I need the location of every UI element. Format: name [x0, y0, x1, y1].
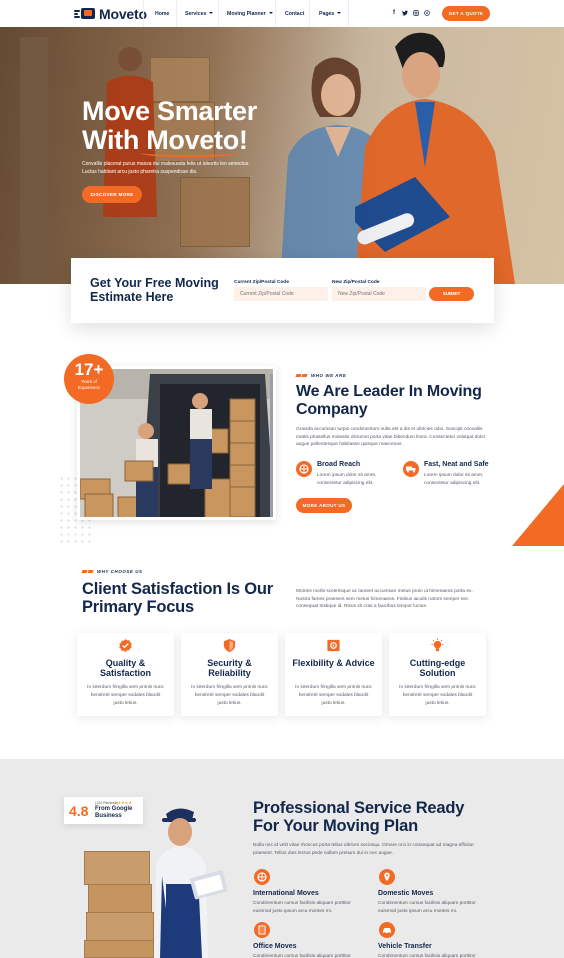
nav-moving-planner[interactable]: Moving Planner: [227, 11, 273, 17]
car-icon: [379, 922, 395, 938]
experience-label: Years of Experience: [78, 379, 100, 390]
feature-card: Cutting-edge Solution In interdum fringi…: [389, 633, 486, 716]
chevron-down-icon: [337, 12, 342, 15]
whatsapp-icon[interactable]: [424, 10, 430, 16]
new-zip-label: New Zip/Postal Code: [332, 280, 380, 285]
about-description: Gravida accumsan turpis condimentum null…: [296, 427, 486, 448]
twitter-icon[interactable]: [402, 10, 408, 16]
card-title: Security & Reliability: [207, 658, 252, 678]
why-title: Client Satisfaction Is Our Primary Focus: [82, 580, 274, 616]
why-description: Montes morbi scelerisque ac laoreet accu…: [296, 589, 473, 610]
globe-icon: [254, 869, 270, 885]
triangle-decoration: [512, 484, 564, 546]
feature-text: Lorem ipsum dolor sit amet, consectetur …: [424, 473, 484, 486]
hero-section: Move Smarter With Moveto! Convallis plac…: [0, 27, 564, 284]
estimate-title: Get Your Free Moving Estimate Here: [90, 276, 219, 304]
why-choose-us-tag: WHY CHOOSE US: [81, 569, 143, 574]
experience-badge: 17+ Years of Experience: [64, 354, 114, 404]
box-image: [86, 912, 154, 942]
service-item-text: Condimentum cursus facilisis aliquam por…: [253, 901, 351, 914]
service-item-text: Condimentum cursus facilisis aliquam por…: [378, 954, 476, 958]
globe-icon: [296, 461, 312, 477]
social-links: f: [391, 10, 430, 16]
experience-number: 17+: [74, 360, 104, 379]
discover-more-button[interactable]: DISCOVER MORE: [82, 186, 142, 203]
new-zip-input[interactable]: [332, 287, 426, 301]
nav-contact[interactable]: Contact: [285, 11, 304, 17]
shield-icon: [222, 638, 237, 653]
nav-pages[interactable]: Pages: [319, 11, 342, 17]
gear-icon: [326, 638, 341, 653]
card-text: In interdum fringilla sem primis nunc he…: [191, 685, 268, 706]
google-rating-badge: 4.8 (120 Reviews) ★★★★★ From Google Busi…: [64, 797, 143, 824]
get-a-quote-button[interactable]: GET A QUOTE: [442, 6, 490, 21]
card-text: In interdum fringilla sem primis nunc he…: [87, 685, 164, 706]
rating-value: 4.8: [69, 803, 89, 819]
hero-title: Move Smarter With Moveto!: [82, 96, 257, 155]
chevron-down-icon: [268, 12, 273, 15]
service-item-text: Condimentum cursus facilisis aliquam por…: [253, 954, 351, 958]
location-pin-icon: [379, 869, 395, 885]
facebook-icon[interactable]: f: [391, 10, 397, 16]
card-title: Flexibility & Advice: [292, 658, 375, 668]
service-item-title: Vehicle Transfer: [378, 943, 432, 950]
card-text: In interdum fringilla sem primis nunc he…: [295, 685, 372, 706]
card-title: Cutting-edge Solution: [409, 658, 466, 678]
nav-home[interactable]: Home: [155, 11, 169, 17]
building-icon: [254, 922, 270, 938]
feature-title: Fast, Neat and Safe: [424, 461, 489, 468]
feature-text: Lorem ipsum dolor sit amet, consectetur …: [317, 473, 377, 486]
service-item-title: International Moves: [253, 890, 319, 897]
rating-source: From Google Business: [95, 806, 133, 819]
about-title: We Are Leader In Moving Company: [296, 383, 482, 418]
mover-with-clipboard-image: [154, 808, 228, 958]
current-zip-label: Current Zip/Postal Code: [234, 280, 289, 285]
card-text: In interdum fringilla sem primis nunc he…: [399, 685, 476, 706]
card-title: Quality & Satisfaction: [99, 658, 151, 678]
service-title: Professional Service Ready For Your Movi…: [253, 799, 465, 835]
lightbulb-icon: [430, 638, 445, 653]
submit-button[interactable]: SUBMIT: [429, 287, 474, 301]
badge-check-icon: [118, 638, 133, 653]
box-image: [88, 884, 152, 914]
instagram-icon[interactable]: [413, 10, 419, 16]
service-item-title: Office Moves: [253, 943, 297, 950]
box-image: [84, 940, 154, 958]
service-item-title: Domestic Moves: [378, 890, 434, 897]
feature-card: Security & Reliability In interdum fring…: [181, 633, 278, 716]
rating-stars-icon: ★★★★★: [114, 800, 132, 805]
feature-title: Broad Reach: [317, 461, 361, 468]
service-item-text: Condimentum cursus facilisis aliquam por…: [378, 901, 476, 914]
truck-icon: [403, 461, 419, 477]
who-we-are-tag: WHO WE ARE: [295, 373, 346, 378]
feature-card: Quality & Satisfaction In interdum fring…: [77, 633, 174, 716]
current-zip-input[interactable]: [234, 287, 328, 301]
estimate-form: Get Your Free Moving Estimate Here Curre…: [71, 258, 494, 323]
feature-card: Flexibility & Advice In interdum fringil…: [285, 633, 382, 716]
chevron-down-icon: [209, 12, 214, 15]
more-about-us-button[interactable]: MORE ABOUT US: [296, 498, 352, 513]
service-description: Nulla nec id velit vitae rhoncus porta t…: [253, 843, 474, 856]
nav-services[interactable]: Services: [185, 11, 214, 17]
box-image: [84, 851, 150, 885]
hero-description: Convallis placerat purus massa dui males…: [82, 161, 250, 175]
site-header: Moveto Home Services Moving Planner Cont…: [0, 0, 564, 27]
hero-underline-decoration: [140, 149, 240, 157]
